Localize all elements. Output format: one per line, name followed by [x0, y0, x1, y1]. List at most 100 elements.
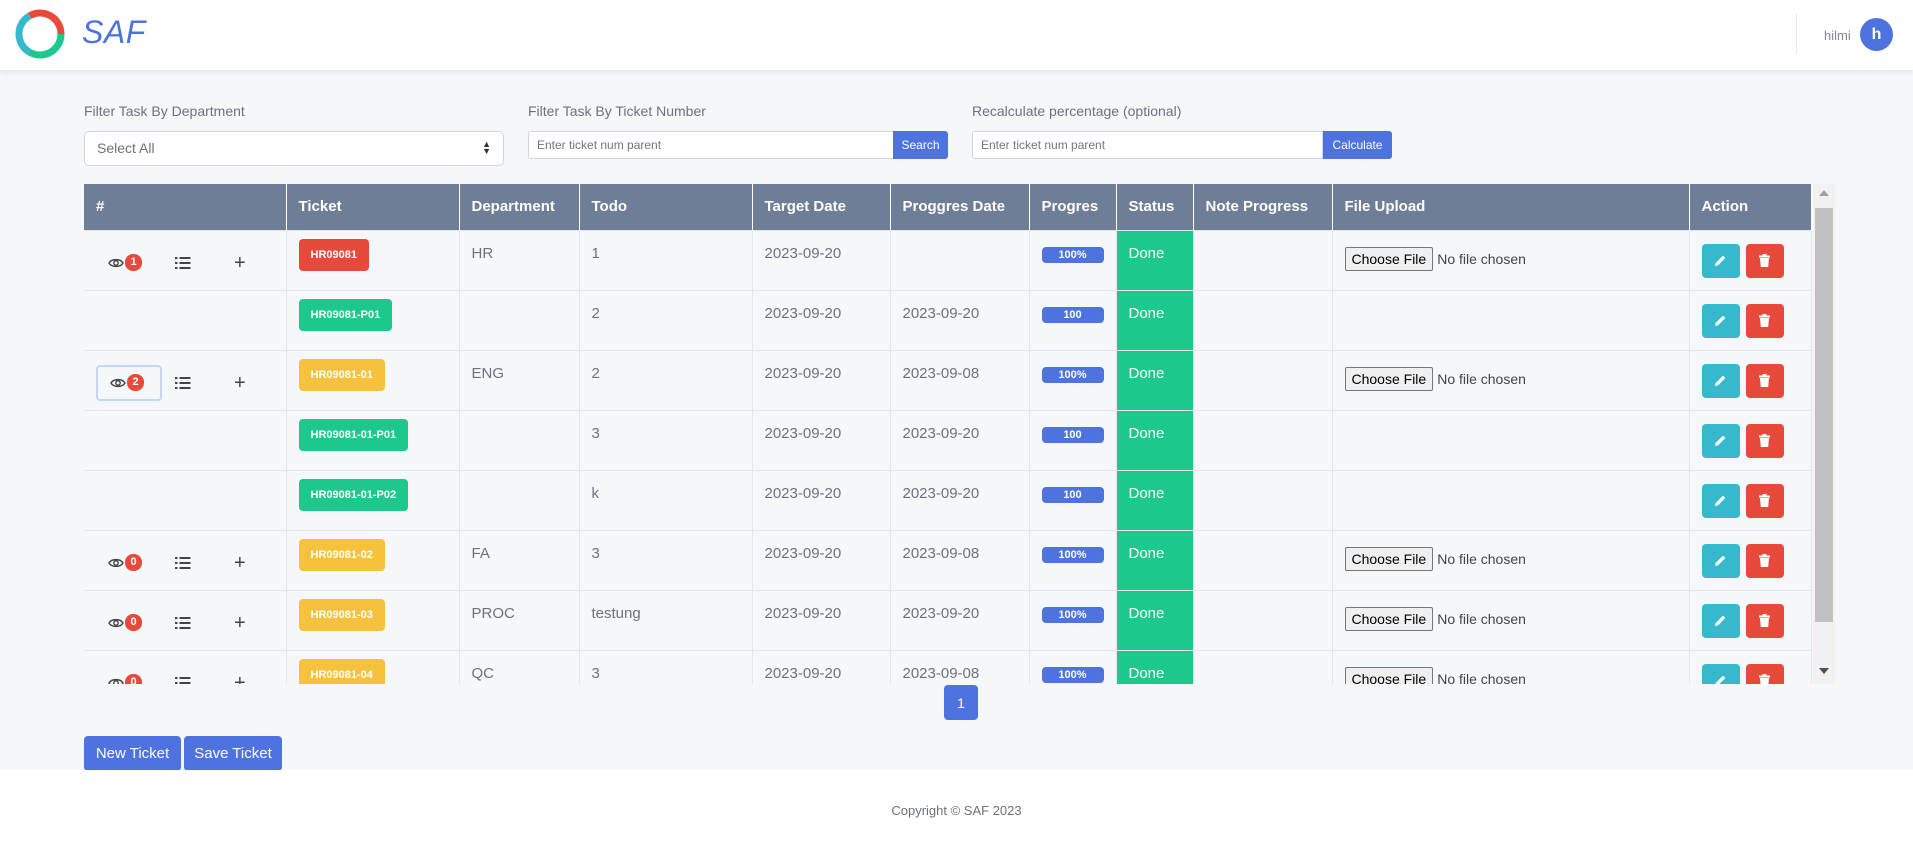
search-button[interactable]: Search [893, 131, 948, 159]
ticket-cell: HR09081-03 [286, 589, 460, 650]
edit-button[interactable] [1701, 423, 1740, 458]
ticket-badge[interactable]: HR09081-P01 [298, 298, 393, 331]
add-child-icon[interactable]: + [234, 613, 246, 633]
ticket-badge[interactable]: HR09081-03 [298, 598, 385, 631]
edit-button[interactable] [1701, 303, 1740, 338]
ticket-cell: HR09081-04 [286, 649, 460, 684]
pencil-icon [1715, 315, 1726, 326]
scroll-up-arrow-icon[interactable] [1819, 190, 1829, 196]
child-count-badge: 0 [125, 614, 142, 631]
list-button[interactable] [162, 376, 204, 390]
ticket-badge[interactable]: HR09081 [298, 238, 369, 271]
column-header: Ticket [286, 184, 460, 230]
calculate-button[interactable]: Calculate [1323, 131, 1392, 159]
target-date-cell: 2023-09-20 [752, 649, 891, 684]
view-children-button[interactable]: 0 [96, 605, 162, 641]
column-header: # [84, 184, 287, 230]
ticket-search-input[interactable] [528, 131, 894, 159]
note-progress-cell [1193, 409, 1333, 470]
pagination-page-1[interactable]: 1 [944, 685, 978, 720]
file-upload-input[interactable]: Choose File No file chosen [1344, 246, 1677, 271]
brand-name[interactable]: SAF [82, 14, 146, 51]
saf-logo-icon[interactable] [14, 8, 66, 60]
new-ticket-button[interactable]: New Ticket [84, 736, 181, 771]
delete-button[interactable] [1745, 603, 1784, 638]
view-children-button[interactable]: 2 [96, 364, 162, 401]
ticket-badge[interactable]: HR09081-01 [298, 358, 385, 391]
table-row: 0 + HR09081-04 QC 3 2023-09-20 2023-09-0… [84, 649, 1812, 685]
row-controls-cell: 1 + [84, 229, 287, 290]
table-row: 1 + HR09081 HR 1 2023-09-20 100% Done Ch… [84, 229, 1812, 290]
edit-button[interactable] [1701, 663, 1740, 684]
scroll-thumb[interactable] [1815, 208, 1833, 622]
ticket-badge[interactable]: HR09081-01-P02 [298, 478, 409, 511]
view-children-button[interactable]: 1 [96, 245, 162, 281]
view-children-button[interactable]: 0 [96, 545, 162, 581]
progress-cell: 100 [1029, 409, 1117, 470]
trash-icon [1759, 494, 1770, 507]
list-button[interactable] [162, 556, 204, 570]
file-upload-input[interactable]: Choose File No file chosen [1344, 606, 1677, 631]
progress-date-cell: 2023-09-20 [890, 469, 1030, 530]
save-ticket-button[interactable]: Save Ticket [184, 736, 282, 771]
delete-button[interactable] [1745, 423, 1784, 458]
department-select[interactable]: Select All ▲ ▼ [84, 131, 504, 166]
recalc-input[interactable] [972, 131, 1323, 159]
target-date-cell: 2023-09-20 [752, 469, 891, 530]
list-button[interactable] [162, 676, 204, 685]
pencil-icon [1715, 435, 1726, 446]
add-child-icon[interactable]: + [234, 553, 246, 573]
ticket-badge[interactable]: HR09081-01-P01 [298, 418, 409, 451]
delete-button[interactable] [1745, 243, 1784, 278]
user-avatar[interactable]: h [1860, 18, 1893, 51]
progress-date-cell: 2023-09-20 [890, 589, 1030, 650]
view-children-button[interactable]: 0 [96, 665, 162, 684]
progress-cell: 100% [1029, 229, 1117, 290]
row-controls-cell: 0 + [84, 649, 287, 685]
choose-file-button[interactable]: Choose File [1344, 246, 1434, 271]
delete-button[interactable] [1745, 663, 1784, 684]
row-controls-cell: 2 + [84, 349, 287, 410]
choose-file-button[interactable]: Choose File [1344, 606, 1434, 631]
file-upload-input[interactable]: Choose File No file chosen [1344, 666, 1677, 684]
ticket-badge[interactable]: HR09081-04 [298, 658, 385, 684]
edit-button[interactable] [1701, 603, 1740, 638]
todo-cell: 1 [579, 229, 753, 290]
progress-cell: 100 [1029, 289, 1117, 350]
todo-cell: 3 [579, 649, 753, 684]
edit-button[interactable] [1701, 543, 1740, 578]
progress-date-cell: 2023-09-20 [890, 409, 1030, 470]
department-cell: PROC [459, 589, 580, 650]
table-row: HR09081-01-P02 k 2023-09-20 2023-09-20 1… [84, 469, 1812, 530]
choose-file-button[interactable]: Choose File [1344, 546, 1434, 571]
delete-button[interactable] [1745, 543, 1784, 578]
scroll-down-arrow-icon[interactable] [1819, 668, 1829, 674]
ticket-badge[interactable]: HR09081-02 [298, 538, 385, 571]
choose-file-button[interactable]: Choose File [1344, 666, 1434, 684]
task-table-container[interactable]: # Ticket Department Todo Target Date Pro… [84, 184, 1835, 684]
edit-button[interactable] [1701, 363, 1740, 398]
table-scrollbar[interactable] [1813, 184, 1835, 684]
add-child-icon[interactable]: + [234, 373, 246, 393]
choose-file-button[interactable]: Choose File [1344, 366, 1434, 391]
delete-button[interactable] [1745, 303, 1784, 338]
child-count-badge: 1 [125, 254, 142, 271]
user-name[interactable]: hilmi [1824, 28, 1851, 43]
delete-button[interactable] [1745, 363, 1784, 398]
edit-button[interactable] [1701, 243, 1740, 278]
progress-pill: 100 [1041, 426, 1104, 443]
edit-button[interactable] [1701, 483, 1740, 518]
file-upload-input[interactable]: Choose File No file chosen [1344, 546, 1677, 571]
action-cell [1689, 409, 1812, 470]
list-button[interactable] [162, 616, 204, 630]
add-child-icon[interactable]: + [234, 673, 246, 685]
add-child-icon[interactable]: + [234, 253, 246, 273]
delete-button[interactable] [1745, 483, 1784, 518]
row-controls-cell: 0 + [84, 529, 287, 590]
file-upload-input[interactable]: Choose File No file chosen [1344, 366, 1677, 391]
table-row: 2 + HR09081-01 ENG 2 2023-09-20 2023-09-… [84, 349, 1812, 410]
list-button[interactable] [162, 256, 204, 270]
progress-pill: 100% [1041, 546, 1104, 563]
file-upload-cell: Choose File No file chosen [1332, 589, 1690, 650]
file-upload-cell: Choose File No file chosen [1332, 649, 1690, 684]
